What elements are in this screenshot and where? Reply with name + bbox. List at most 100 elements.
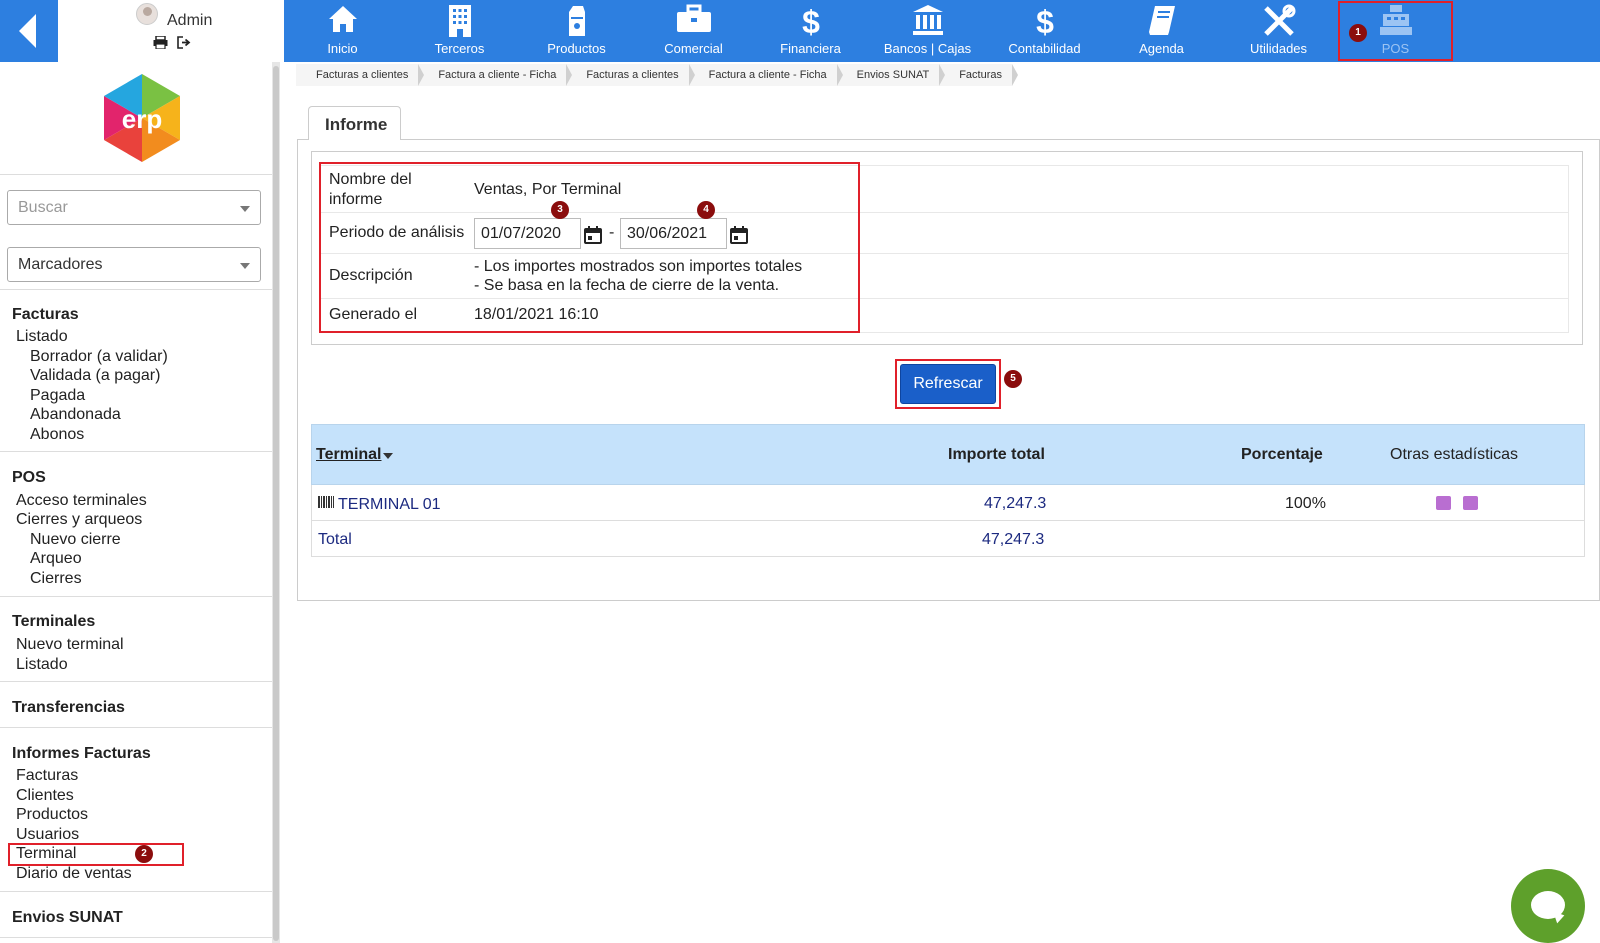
barcode-icon (318, 496, 334, 508)
user-name[interactable]: Admin (167, 12, 212, 30)
print-icon[interactable] (153, 36, 168, 49)
sidebar-item-informe-facturas[interactable]: Facturas (16, 767, 78, 785)
sidebar-item-informe-terminal[interactable]: Terminal (8, 843, 184, 866)
chat-button[interactable] (1511, 869, 1585, 943)
main-nav: Inicio Terceros Productos Comercial $ Fi… (284, 0, 1454, 62)
logout-icon[interactable] (177, 36, 192, 49)
col-header-importe: Importe total (948, 446, 1045, 463)
back-button[interactable] (0, 0, 58, 62)
erp-logo: erp (104, 74, 180, 162)
sidebar-item-diario-ventas[interactable]: Diario de ventas (16, 865, 132, 883)
sidebar-item-informe-productos[interactable]: Productos (16, 806, 88, 824)
divider (0, 727, 272, 728)
sidebar-section-pos[interactable]: POS (12, 469, 46, 487)
sidebar-item-nuevo-terminal[interactable]: Nuevo terminal (16, 636, 124, 654)
nav-label: Utilidades (1249, 41, 1308, 56)
nav-item-inicio[interactable]: Inicio (284, 0, 401, 62)
svg-text:erp: erp (122, 104, 162, 134)
sidebar-section-envios[interactable]: Envios SUNAT (12, 909, 123, 927)
box-icon (568, 6, 585, 36)
dollar-icon: $ (802, 4, 820, 38)
sidebar-item-informe-usuarios[interactable]: Usuarios (16, 826, 79, 844)
nav-item-terceros[interactable]: Terceros (401, 0, 518, 62)
nav-item-comercial[interactable]: Comercial (635, 0, 752, 62)
breadcrumb-item[interactable]: Factura a cliente - Ficha (688, 64, 843, 86)
sidebar-item-pagada[interactable]: Pagada (30, 387, 85, 405)
porcentaje-value: 100% (1285, 495, 1326, 512)
divider (0, 937, 272, 938)
sidebar-section-informes[interactable]: Informes Facturas (12, 745, 151, 763)
terminal-link[interactable]: TERMINAL 01 (338, 496, 441, 514)
sidebar-section-terminales[interactable]: Terminales (12, 613, 95, 631)
total-label: Total (318, 531, 352, 548)
breadcrumb-item[interactable]: Envios SUNAT (836, 64, 945, 86)
nav-item-agenda[interactable]: Agenda (1103, 0, 1220, 62)
svg-text:$: $ (802, 4, 820, 38)
importe-value[interactable]: 47,247.3 (984, 495, 1046, 513)
nav-label: Contabilidad (1008, 41, 1081, 56)
sidebar-item-acceso-terminales[interactable]: Acceso terminales (16, 492, 147, 510)
bookmarks-select[interactable]: Marcadores (7, 247, 261, 282)
breadcrumb-item[interactable]: Facturas (939, 64, 1018, 86)
nav-item-financiera[interactable]: $ Financiera (752, 0, 869, 62)
bookmarks-label: Marcadores (18, 256, 103, 273)
nav-label: Agenda (1139, 41, 1184, 56)
avatar[interactable] (136, 3, 158, 25)
divider (0, 891, 272, 892)
sidebar-item-validada[interactable]: Validada (a pagar) (30, 367, 160, 385)
sort-desc-icon[interactable] (383, 453, 393, 459)
nav-item-bancos[interactable]: Bancos | Cajas (869, 0, 986, 62)
sidebar-item-nuevo-cierre[interactable]: Nuevo cierre (30, 531, 121, 549)
sidebar-section-transferencias[interactable]: Transferencias (12, 699, 125, 717)
sidebar-item-cierres-arqueos[interactable]: Cierres y arqueos (16, 511, 142, 529)
sidebar-item-abandonada[interactable]: Abandonada (30, 406, 121, 424)
table-row (311, 485, 1585, 521)
tab-informe[interactable]: Informe (308, 106, 401, 140)
sidebar-scrollbar[interactable] (272, 62, 280, 943)
back-arrow-icon (18, 14, 36, 48)
chart-icon[interactable] (1436, 496, 1451, 510)
col-header-otras: Otras estadísticas (1390, 446, 1519, 463)
divider (0, 289, 272, 290)
svg-text:$: $ (1036, 4, 1054, 38)
nav-label: POS (1381, 41, 1410, 56)
nav-item-utilidades[interactable]: Utilidades (1220, 0, 1337, 62)
nav-label: Productos (547, 41, 606, 56)
breadcrumb-item[interactable]: Facturas a clientes (566, 64, 696, 86)
sidebar-section-facturas[interactable]: Facturas (12, 306, 79, 324)
nav-label: Financiera (780, 41, 841, 56)
col-header-terminal[interactable]: Terminal (316, 446, 382, 464)
nav-label: Bancos | Cajas (883, 41, 972, 56)
nav-label: Terceros (434, 41, 485, 56)
sidebar-item-arqueo[interactable]: Arqueo (30, 550, 82, 568)
sidebar-item-borrador[interactable]: Borrador (a validar) (30, 348, 168, 366)
total-value: 47,247.3 (982, 531, 1045, 548)
annotation-badge-2: 2 (135, 845, 153, 863)
sidebar-item-informe-clientes[interactable]: Clientes (16, 787, 74, 805)
home-icon (328, 6, 357, 32)
chevron-down-icon (240, 263, 250, 269)
chart-icon[interactable] (1463, 496, 1478, 510)
nav-item-contabilidad[interactable]: $ Contabilidad (986, 0, 1103, 62)
divider (0, 451, 272, 452)
annotation-badge-1: 1 (1349, 24, 1367, 42)
breadcrumb-item[interactable]: Factura a cliente - Ficha (418, 64, 573, 86)
sidebar-item-abonos[interactable]: Abonos (30, 426, 84, 444)
breadcrumb-item[interactable]: Facturas a clientes (296, 64, 425, 86)
briefcase-icon (676, 4, 711, 32)
chevron-down-icon (240, 206, 250, 212)
dollar-icon: $ (1036, 4, 1054, 38)
scrollbar-thumb[interactable] (273, 66, 279, 941)
search-select[interactable]: Buscar (7, 190, 261, 225)
bank-icon (912, 5, 943, 35)
refresh-button[interactable]: Refrescar (900, 364, 996, 404)
annotation-badge-5: 5 (1004, 370, 1022, 388)
nav-label: Comercial (664, 41, 723, 56)
chat-bubble-tail (1549, 911, 1565, 925)
sidebar-item-listado[interactable]: Listado (16, 328, 68, 346)
divider (0, 681, 272, 682)
nav-item-productos[interactable]: Productos (518, 0, 635, 62)
sidebar-item-listado-terminales[interactable]: Listado (16, 656, 68, 674)
sidebar-item-cierres[interactable]: Cierres (30, 570, 82, 588)
divider (0, 596, 272, 597)
